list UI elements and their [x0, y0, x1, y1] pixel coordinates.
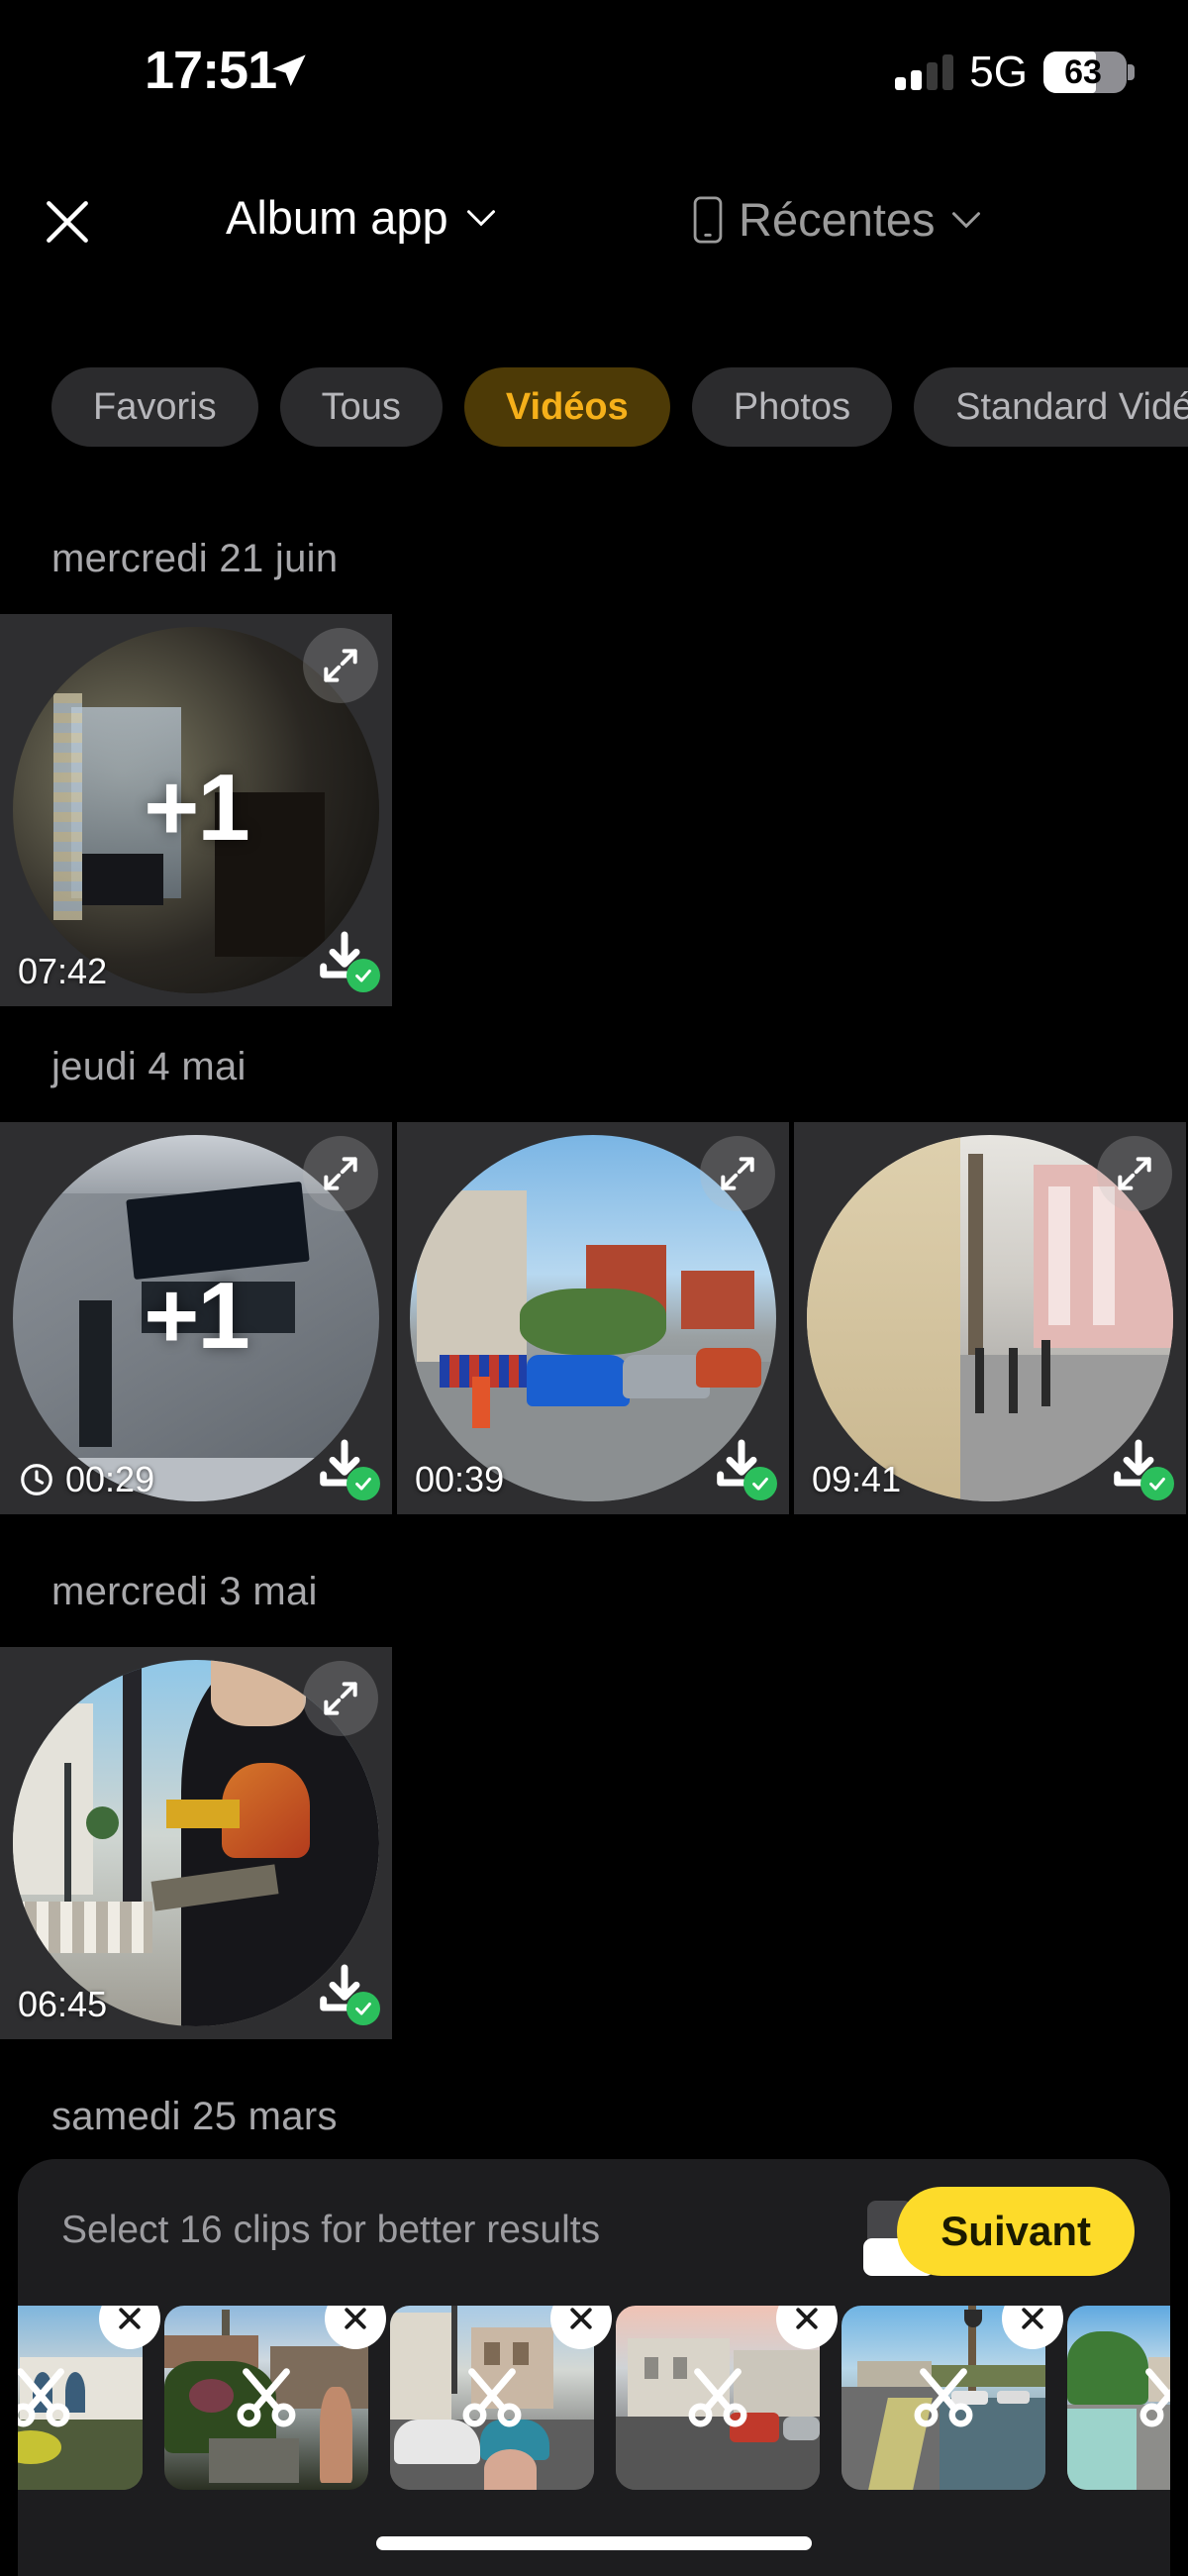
cellular-signal-icon [895, 54, 954, 90]
expand-button[interactable] [303, 1661, 378, 1736]
download-status-icon [313, 1960, 380, 2025]
duration-label: 00:29 [18, 1459, 154, 1500]
duration-label: 00:39 [415, 1459, 504, 1500]
download-status-icon [313, 927, 380, 992]
album-selector[interactable]: Album app [226, 190, 496, 245]
chevron-down-icon [466, 209, 495, 226]
check-badge-icon [743, 1467, 777, 1500]
album-selector-label: Album app [226, 191, 448, 244]
date-header: samedi 25 mars [51, 2095, 338, 2138]
duration-text: 09:41 [812, 1459, 902, 1499]
scissors-icon[interactable] [232, 2363, 301, 2432]
video-tile[interactable]: 00:39 [397, 1122, 789, 1514]
source-selector-label: Récentes [739, 193, 936, 246]
close-icon [119, 2308, 141, 2329]
scissors-icon[interactable] [683, 2363, 752, 2432]
expand-button[interactable] [303, 1136, 378, 1211]
expand-icon [324, 1157, 357, 1190]
filter-chip-photos[interactable]: Photos [691, 367, 893, 447]
expand-button[interactable] [1097, 1136, 1172, 1211]
battery-icon: 63 [1043, 52, 1135, 93]
selection-hint-text: Select 16 clips for better results [61, 2209, 601, 2251]
next-button[interactable]: Suivant [897, 2187, 1135, 2276]
app-header: Album app Récentes [0, 168, 1188, 277]
filter-chip-videos[interactable]: Vidéos [463, 367, 670, 447]
phone-icon [693, 195, 723, 244]
video-tile[interactable]: 06:45 [0, 1647, 392, 2039]
date-header: mercredi 21 juin [51, 537, 339, 580]
scissors-icon[interactable] [909, 2363, 978, 2432]
expand-icon [324, 1682, 357, 1715]
scissors-icon[interactable] [1135, 2363, 1170, 2432]
duration-text: 06:45 [18, 1984, 108, 2024]
location-arrow-icon [272, 54, 306, 86]
selected-clip[interactable] [1067, 2306, 1170, 2490]
battery-percent-label: 63 [1064, 53, 1102, 91]
filter-chip-tous[interactable]: Tous [279, 367, 443, 447]
expand-icon [721, 1157, 754, 1190]
close-icon [570, 2308, 592, 2329]
expand-icon [324, 649, 357, 682]
filter-chip-row[interactable]: Favoris Tous Vidéos Photos Standard Vidé… [0, 360, 1188, 455]
selected-clip[interactable] [18, 2306, 160, 2490]
check-badge-icon [346, 1992, 380, 2025]
date-header: mercredi 3 mai [51, 1570, 318, 1613]
close-icon [796, 2308, 818, 2329]
expand-button[interactable] [303, 628, 378, 703]
selected-clip[interactable] [390, 2306, 612, 2490]
check-badge-icon [346, 1467, 380, 1500]
extra-count-badge: +1 [144, 754, 249, 861]
source-selector[interactable]: Récentes [693, 192, 981, 247]
selected-clip[interactable] [616, 2306, 838, 2490]
selection-bottom-bar: Select 16 clips for better results Suiva… [18, 2159, 1170, 2576]
expand-icon [1118, 1157, 1151, 1190]
close-button[interactable] [32, 186, 103, 258]
download-status-icon [313, 1435, 380, 1500]
close-icon [47, 201, 88, 243]
status-right-cluster: 5G 63 [895, 48, 1135, 97]
screen-root: 17:51 5G 63 Album app Récentes Favoris T… [0, 0, 1188, 2576]
download-status-icon [1107, 1435, 1174, 1500]
expand-button[interactable] [700, 1136, 775, 1211]
home-indicator [376, 2536, 812, 2550]
bottom-bar-action-row: Select 16 clips for better results Suiva… [18, 2159, 1170, 2306]
status-bar: 17:51 5G 63 [0, 0, 1188, 129]
selected-clips-filmstrip[interactable] [18, 2306, 1170, 2494]
status-time: 17:51 [145, 41, 277, 100]
close-icon [1022, 2308, 1043, 2329]
duration-text: 07:42 [18, 951, 108, 991]
date-header: jeudi 4 mai [51, 1045, 247, 1088]
network-type-label: 5G [969, 48, 1028, 96]
duration-text: 00:29 [65, 1459, 155, 1499]
filter-chip-favoris[interactable]: Favoris [51, 367, 258, 447]
video-tile[interactable]: +1 00:29 [0, 1122, 392, 1514]
video-tile[interactable]: +1 07:42 [0, 614, 392, 1006]
duration-label: 07:42 [18, 951, 107, 992]
scissors-icon[interactable] [18, 2363, 75, 2432]
duration-label: 06:45 [18, 1984, 107, 2025]
filter-chip-standard-video[interactable]: Standard Vidéo [914, 367, 1188, 447]
close-icon [345, 2308, 366, 2329]
extra-count-badge: +1 [144, 1262, 249, 1369]
download-status-icon [710, 1435, 777, 1500]
check-badge-icon [346, 959, 380, 992]
selected-clip[interactable] [164, 2306, 386, 2490]
duration-label: 09:41 [812, 1459, 901, 1500]
chevron-down-icon [951, 211, 980, 228]
check-badge-icon [1140, 1467, 1174, 1500]
video-tile[interactable]: 09:41 [794, 1122, 1186, 1514]
scissors-icon[interactable] [457, 2363, 527, 2432]
selected-clip[interactable] [842, 2306, 1063, 2490]
duration-text: 00:39 [415, 1459, 505, 1499]
timer-icon [21, 1464, 52, 1495]
